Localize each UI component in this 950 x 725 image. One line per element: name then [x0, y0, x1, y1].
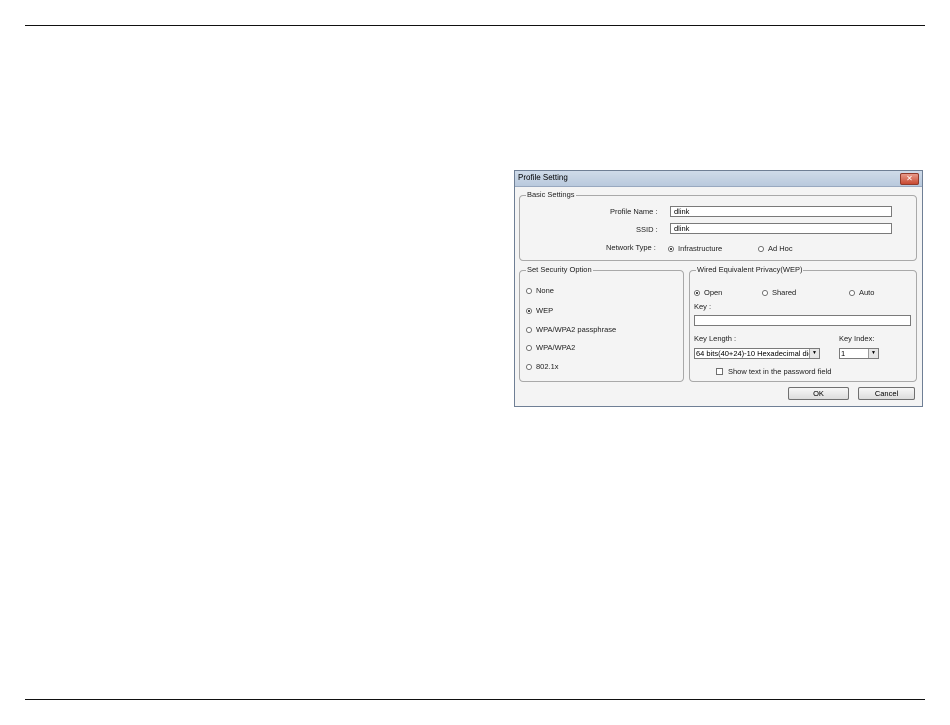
network-type-label: Network Type :	[606, 243, 656, 252]
key-length-label: Key Length :	[694, 334, 737, 343]
security-none-radio[interactable]: None	[526, 286, 554, 295]
radio-unselected-icon	[526, 287, 532, 294]
bottom-rule	[25, 699, 925, 700]
security-wpa-radio[interactable]: WPA/WPA2	[526, 343, 575, 352]
chevron-down-icon[interactable]: ▼	[868, 349, 878, 358]
close-icon[interactable]: ✕	[900, 173, 919, 185]
wep-shared-radio[interactable]: Shared	[762, 288, 796, 297]
dialog-title: Profile Setting	[518, 173, 568, 182]
key-length-value: 64 bits(40+24)-10 Hexadecimal digits	[696, 349, 810, 358]
checkbox-icon	[716, 368, 723, 375]
key-index-value: 1	[841, 349, 846, 358]
key-index-select[interactable]: 1 ▼	[839, 348, 879, 359]
cancel-button[interactable]: Cancel	[858, 387, 915, 400]
wep-auto-label: Auto	[859, 288, 875, 297]
show-text-checkbox[interactable]: Show text in the password field	[716, 367, 831, 376]
key-label: Key :	[694, 302, 712, 311]
network-type-infrastructure-radio[interactable]: Infrastructure	[668, 244, 722, 253]
radio-unselected-icon	[762, 289, 768, 296]
security-wpa-passphrase-radio[interactable]: WPA/WPA2 passphrase	[526, 325, 616, 334]
network-type-infrastructure-label: Infrastructure	[678, 244, 723, 253]
radio-unselected-icon	[526, 363, 532, 370]
profile-name-label: Profile Name :	[610, 207, 658, 216]
wep-open-radio[interactable]: Open	[694, 288, 722, 297]
ssid-label: SSID :	[636, 225, 658, 234]
profile-setting-dialog: Profile Setting ✕ Basic Settings Profile…	[514, 170, 923, 407]
radio-unselected-icon	[526, 344, 532, 351]
security-wep-label: WEP	[536, 306, 554, 315]
wep-open-label: Open	[704, 288, 723, 297]
wep-group: Wired Equivalent Privacy(WEP) Open Share…	[689, 265, 917, 382]
radio-unselected-icon	[526, 326, 532, 333]
security-option-group: Set Security Option None WEP WPA/WPA2 pa…	[519, 265, 684, 382]
key-length-select[interactable]: 64 bits(40+24)-10 Hexadecimal digits ▼	[694, 348, 820, 359]
wep-shared-label: Shared	[772, 288, 797, 297]
radio-selected-icon	[526, 307, 532, 314]
network-type-adhoc-radio[interactable]: Ad Hoc	[758, 244, 793, 253]
ok-button[interactable]: OK	[788, 387, 849, 400]
security-wpa-label: WPA/WPA2	[536, 343, 576, 352]
security-none-label: None	[536, 286, 554, 295]
radio-selected-icon	[694, 289, 700, 296]
top-rule	[25, 25, 925, 26]
title-bar[interactable]: Profile Setting ✕	[515, 171, 922, 187]
ssid-input[interactable]: dlink	[670, 223, 892, 234]
key-index-label: Key Index:	[839, 334, 875, 343]
basic-settings-group: Basic Settings Profile Name : dlink SSID…	[519, 190, 917, 261]
chevron-down-icon[interactable]: ▼	[809, 349, 819, 358]
network-type-adhoc-label: Ad Hoc	[768, 244, 793, 253]
radio-unselected-icon	[849, 289, 855, 296]
key-input[interactable]	[694, 315, 911, 326]
security-wep-radio[interactable]: WEP	[526, 306, 553, 315]
security-wpa-passphrase-label: WPA/WPA2 passphrase	[536, 325, 617, 334]
radio-selected-icon	[668, 245, 674, 252]
security-8021x-radio[interactable]: 802.1x	[526, 362, 559, 371]
wep-auto-radio[interactable]: Auto	[849, 288, 874, 297]
wep-legend: Wired Equivalent Privacy(WEP)	[696, 265, 804, 274]
basic-settings-legend: Basic Settings	[526, 190, 576, 199]
profile-name-input[interactable]: dlink	[670, 206, 892, 217]
security-8021x-label: 802.1x	[536, 362, 559, 371]
radio-unselected-icon	[758, 245, 764, 252]
security-option-legend: Set Security Option	[526, 265, 593, 274]
show-text-label: Show text in the password field	[728, 367, 832, 376]
